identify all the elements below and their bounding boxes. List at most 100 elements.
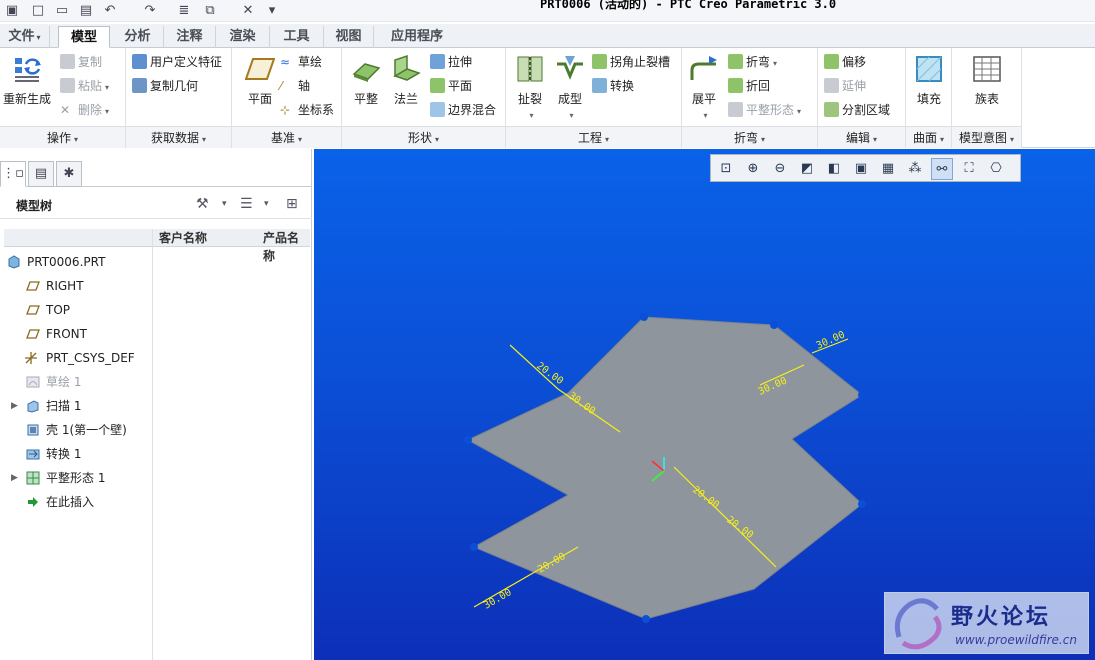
tab-file[interactable]: 文件 ▾	[0, 26, 50, 48]
extend-icon	[824, 78, 839, 93]
extend-button[interactable]: 延伸	[824, 76, 866, 96]
tab-model[interactable]: 模型	[58, 26, 110, 48]
offset-button[interactable]: 偏移	[824, 52, 866, 72]
planar-button[interactable]: 平整	[348, 54, 384, 107]
tab-render[interactable]: 渲染	[216, 26, 270, 48]
datum-plane-button[interactable]: 平面	[238, 54, 282, 107]
undo-icon[interactable]: ↶	[102, 3, 118, 19]
udf-button[interactable]: 用户定义特征	[132, 52, 222, 72]
flat-icon	[430, 78, 445, 93]
column-header-customer-name[interactable]: 客户名称	[159, 229, 207, 247]
paste-button[interactable]: 粘贴 ▾	[60, 76, 109, 96]
group-label-datum[interactable]: 基准 ▾	[232, 126, 341, 148]
axis-button[interactable]: ⁄ 轴	[280, 76, 310, 96]
axis-icon: ⁄	[280, 79, 283, 93]
ribbon-tabs: 文件 ▾ 模型 分析 注释 渲染 工具 视图 应用程序	[0, 24, 1095, 48]
tree-column-header: 客户名称 产品名称	[4, 229, 310, 263]
tree-item-sketch[interactable]: 草绘 1	[0, 370, 152, 394]
tree-item-right[interactable]: RIGHT	[0, 274, 152, 298]
fill-icon	[916, 56, 942, 82]
fill-button[interactable]: 填充	[910, 54, 948, 107]
navigator-tabs: ⋮▫ ▤ ✱	[0, 159, 312, 187]
tree-item-sweep[interactable]: ▶ 扫描 1	[0, 394, 152, 418]
convert-button[interactable]: 转换	[592, 76, 634, 96]
delete-button[interactable]: ✕ 删除 ▾	[60, 100, 109, 120]
group-label-bends[interactable]: 折弯 ▾	[682, 126, 817, 148]
tree-item-top[interactable]: TOP	[0, 298, 152, 322]
tree-settings-dropdown-icon[interactable]: ▾	[222, 195, 227, 213]
boundary-blend-button[interactable]: 边界混合	[430, 100, 496, 120]
group-label-surface[interactable]: 曲面 ▾	[906, 126, 951, 148]
tab-view[interactable]: 视图	[324, 26, 374, 48]
tree-item-part[interactable]: PRT0006.PRT	[0, 250, 152, 274]
bend-button[interactable]: 折弯 ▾	[728, 52, 777, 72]
tab-applications[interactable]: 应用程序	[376, 26, 458, 48]
tree-item-insert-here[interactable]: 在此插入	[0, 490, 152, 514]
family-table-icon	[973, 56, 1001, 82]
open-file-icon[interactable]: ▭	[54, 3, 70, 19]
sketch-button[interactable]: ≈ 草绘	[280, 52, 322, 72]
tree-item-shell[interactable]: 壳 1(第一个壁)	[0, 418, 152, 442]
group-label-shapes[interactable]: 形状 ▾	[342, 126, 505, 148]
flat-state-button[interactable]: 平整形态 ▾	[728, 100, 801, 120]
tab-annotate[interactable]: 注释	[164, 26, 216, 48]
tab-analysis[interactable]: 分析	[112, 26, 164, 48]
graphics-viewport[interactable]: ⊡ ⊕ ⊖ ◩ ◧ ▣ ▦ ⁂ ⚯ ⛶ ⎔ 20.00 30.00 20.00 …	[314, 149, 1095, 660]
convert-icon	[26, 449, 40, 460]
tree-item-front[interactable]: FRONT	[0, 322, 152, 346]
group-label-engineering[interactable]: 工程 ▾	[506, 126, 681, 148]
flat-button[interactable]: 平面	[430, 76, 472, 96]
bend-icon	[728, 54, 743, 69]
customize-quick-access-icon[interactable]: ▾	[264, 3, 280, 19]
csys-button[interactable]: ⊹ 坐标系	[280, 100, 334, 120]
form-button[interactable]: 成型 ▾	[552, 54, 588, 121]
folder-browser-tab-icon[interactable]: ▤	[28, 161, 54, 187]
tree-display-icon[interactable]: ☰	[240, 195, 253, 213]
ribbon: 重新生成 复制 粘贴 ▾ ✕ 删除 ▾ 操作 ▾ 用户定义特征 复制几何 获取数据 ▾ 平…	[0, 48, 1095, 148]
datum-plane-icon	[26, 329, 40, 339]
sketch-icon: ≈	[280, 55, 291, 69]
bend-back-button[interactable]: 折回	[728, 76, 770, 96]
csys-icon	[25, 352, 37, 364]
family-table-button[interactable]: 族表	[968, 54, 1006, 107]
expand-arrow-icon[interactable]: ▶	[11, 466, 21, 490]
split-area-button[interactable]: 分割区域	[824, 100, 890, 120]
group-label-model-intent[interactable]: 模型意图 ▾	[952, 126, 1021, 148]
bend-back-icon	[728, 78, 743, 93]
flange-button[interactable]: 法兰	[388, 54, 424, 107]
tree-item-convert[interactable]: 转换 1	[0, 442, 152, 466]
group-label-get-data[interactable]: 获取数据 ▾	[126, 126, 231, 148]
copy-button[interactable]: 复制	[60, 52, 102, 72]
redo-icon[interactable]: ↷	[142, 3, 158, 19]
favorites-tab-icon[interactable]: ✱	[56, 161, 82, 187]
flat-pattern-part[interactable]	[466, 316, 863, 620]
column-header-product-name[interactable]: 产品名称	[263, 229, 310, 263]
group-shapes: 平整 法兰 拉伸 平面 边界混合 形状 ▾	[342, 48, 506, 148]
model-tree-tab-icon[interactable]: ⋮▫	[0, 161, 26, 187]
app-logo-icon: ▣	[5, 3, 19, 18]
copy-geometry-button[interactable]: 复制几何	[132, 76, 198, 96]
group-label-operations[interactable]: 操作 ▾	[0, 126, 125, 148]
save-icon[interactable]: ▤	[78, 3, 94, 19]
expand-arrow-icon[interactable]: ▶	[11, 394, 21, 418]
extrude-button[interactable]: 拉伸	[430, 52, 472, 72]
corner-relief-button[interactable]: 拐角止裂槽	[592, 52, 670, 72]
regenerate-quick-icon[interactable]: ≣	[176, 3, 192, 19]
tree-display-dropdown-icon[interactable]: ▾	[264, 195, 269, 213]
unbend-button[interactable]: 展平 ▾	[686, 54, 722, 121]
regenerate-button[interactable]: 重新生成	[2, 54, 52, 107]
tree-settings-icon[interactable]: ⚒	[196, 195, 209, 213]
tree-item-flat-state[interactable]: ▶ 平整形态 1	[0, 466, 152, 490]
tab-tools[interactable]: 工具	[270, 26, 324, 48]
new-file-icon[interactable]: □	[30, 3, 46, 19]
tree-item-csys[interactable]: PRT_CSYS_DEF	[0, 346, 152, 370]
windows-icon[interactable]: ⧉	[202, 3, 218, 19]
close-window-icon[interactable]: ✕	[240, 3, 256, 19]
group-label-editing[interactable]: 编辑 ▾	[818, 126, 905, 148]
sheetmetal-flat-pattern[interactable]: 20.00 30.00 20.00 20.00 30.00 30.00 20.0…	[314, 149, 1095, 660]
group-engineering: 扯裂 ▾ 成型 ▾ 拐角止裂槽 转换 工程 ▾	[506, 48, 682, 148]
tree-filter-icon[interactable]: ⊞	[286, 195, 298, 213]
rip-button[interactable]: 扯裂 ▾	[512, 54, 548, 121]
group-get-data: 用户定义特征 复制几何 获取数据 ▾	[126, 48, 232, 148]
column-divider[interactable]	[152, 229, 153, 660]
